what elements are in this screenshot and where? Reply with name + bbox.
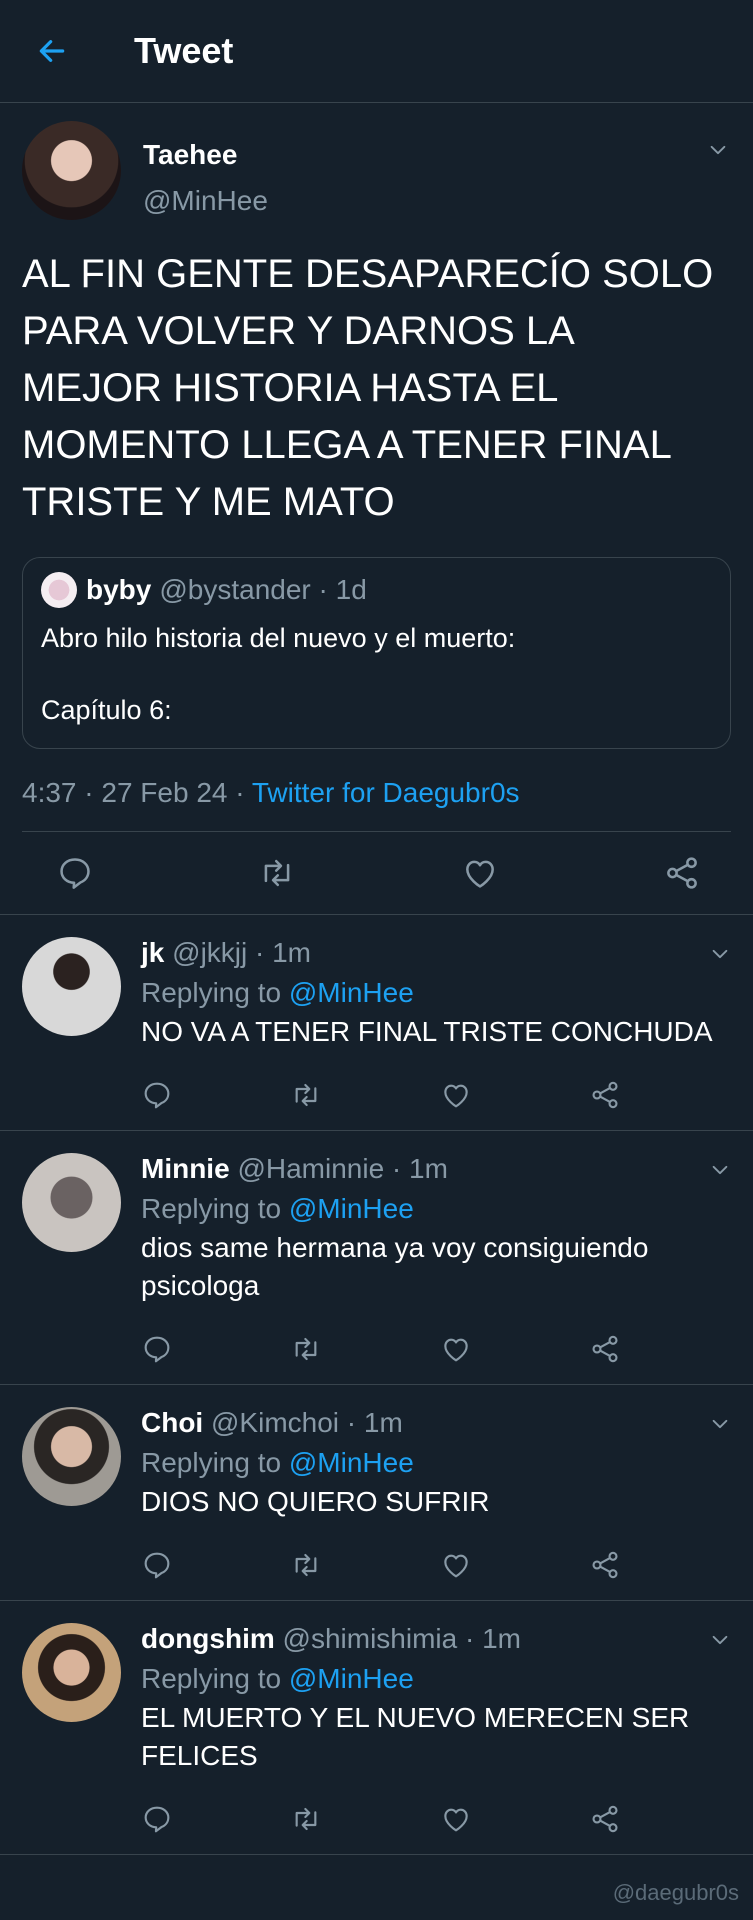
replying-label: Replying to bbox=[141, 1447, 289, 1478]
reply-author-name[interactable]: Choi bbox=[141, 1407, 203, 1438]
reply-text: DIOS NO QUIERO SUFRIR bbox=[141, 1486, 490, 1517]
replying-to-link[interactable]: @MinHee bbox=[289, 977, 414, 1008]
reply-text: EL MUERTO Y EL NUEVO MERECEN SER FELICES bbox=[141, 1702, 690, 1771]
replying-label: Replying to bbox=[141, 1193, 289, 1224]
reply-text: NO VA A TENER FINAL TRISTE CONCHUDA bbox=[141, 1016, 713, 1047]
quote-text: Abro hilo historia del nuevo y el muerto… bbox=[41, 623, 516, 725]
reply-actions bbox=[141, 1051, 621, 1133]
share-icon[interactable] bbox=[589, 1549, 621, 1581]
reply-author-name[interactable]: dongshim bbox=[141, 1623, 275, 1654]
reply-actions bbox=[141, 1775, 621, 1857]
quote-avatar bbox=[41, 572, 77, 608]
reply-tweet[interactable]: Minnie @Haminnie · 1m Replying to @MinHe… bbox=[0, 1131, 753, 1385]
tweet-timestamp: 4:37 · 27 Feb 24 · bbox=[22, 777, 252, 808]
like-icon[interactable] bbox=[440, 1333, 472, 1365]
top-bar: Tweet bbox=[0, 0, 753, 103]
avatar[interactable] bbox=[22, 121, 121, 220]
reply-actions bbox=[141, 1521, 621, 1603]
like-icon[interactable] bbox=[440, 1803, 472, 1835]
reply-text: dios same hermana ya voy consiguiendo ps… bbox=[141, 1232, 649, 1301]
share-icon[interactable] bbox=[589, 1079, 621, 1111]
reply-tweet[interactable]: Choi @Kimchoi · 1m Replying to @MinHee D… bbox=[0, 1385, 753, 1601]
page-title: Tweet bbox=[134, 30, 234, 71]
quoted-tweet[interactable]: byby @bystander · 1d Abro hilo historia … bbox=[22, 557, 731, 749]
reply-handle-time: @Haminnie · 1m bbox=[237, 1153, 448, 1184]
reply-author-name[interactable]: Minnie bbox=[141, 1153, 230, 1184]
author-handle[interactable]: @MinHee bbox=[143, 185, 268, 217]
tweet-text: AL FIN GENTE DESAPARECÍO SOLO PARA VOLVE… bbox=[22, 252, 714, 524]
reply-icon[interactable] bbox=[141, 1803, 173, 1835]
back-arrow-icon[interactable] bbox=[36, 35, 68, 67]
reply-tweet[interactable]: dongshim @shimishimia · 1m Replying to @… bbox=[0, 1601, 753, 1855]
reply-handle-time: @Kimchoi · 1m bbox=[211, 1407, 403, 1438]
retweet-icon[interactable] bbox=[290, 1079, 322, 1111]
author-name[interactable]: Taehee bbox=[143, 139, 268, 171]
reply-icon[interactable] bbox=[141, 1549, 173, 1581]
quote-handle-time: @bystander · 1d bbox=[159, 574, 367, 605]
reply-icon[interactable] bbox=[141, 1079, 173, 1111]
main-tweet: Taehee @MinHee AL FIN GENTE DESAPARECÍO … bbox=[0, 103, 753, 915]
retweet-icon[interactable] bbox=[290, 1333, 322, 1365]
chevron-down-icon[interactable] bbox=[709, 1629, 731, 1651]
tweet-actions bbox=[0, 832, 753, 915]
retweet-icon[interactable] bbox=[290, 1549, 322, 1581]
reply-handle-time: @jkkjj · 1m bbox=[172, 937, 312, 968]
replying-to-link[interactable]: @MinHee bbox=[289, 1193, 414, 1224]
replying-to-link[interactable]: @MinHee bbox=[289, 1663, 414, 1694]
chevron-down-icon[interactable] bbox=[709, 1413, 731, 1435]
avatar[interactable] bbox=[22, 1153, 121, 1252]
avatar[interactable] bbox=[22, 1623, 121, 1722]
share-icon[interactable] bbox=[589, 1803, 621, 1835]
retweet-icon[interactable] bbox=[290, 1803, 322, 1835]
tweet-author: Taehee @MinHee bbox=[22, 121, 731, 220]
chevron-down-icon[interactable] bbox=[709, 943, 731, 965]
reply-tweet[interactable]: jk @jkkjj · 1m Replying to @MinHee NO VA… bbox=[0, 915, 753, 1131]
quote-author-name: byby bbox=[86, 574, 152, 605]
chevron-down-icon[interactable] bbox=[709, 1159, 731, 1181]
reply-icon[interactable] bbox=[56, 854, 94, 892]
replying-label: Replying to bbox=[141, 1663, 289, 1694]
replying-label: Replying to bbox=[141, 977, 289, 1008]
tweet-source-link[interactable]: Twitter for Daegubr0s bbox=[252, 777, 520, 808]
reply-author-name[interactable]: jk bbox=[141, 937, 164, 968]
reply-icon[interactable] bbox=[141, 1333, 173, 1365]
watermark: @daegubr0s bbox=[612, 1880, 739, 1905]
tweet-meta: 4:37 · 27 Feb 24 · Twitter for Daegubr0s bbox=[22, 777, 731, 832]
share-icon[interactable] bbox=[589, 1333, 621, 1365]
reply-actions bbox=[141, 1305, 621, 1387]
share-icon[interactable] bbox=[663, 854, 701, 892]
avatar[interactable] bbox=[22, 937, 121, 1036]
reply-handle-time: @shimishimia · 1m bbox=[282, 1623, 521, 1654]
like-icon[interactable] bbox=[440, 1549, 472, 1581]
avatar[interactable] bbox=[22, 1407, 121, 1506]
retweet-icon[interactable] bbox=[258, 854, 296, 892]
replying-to-link[interactable]: @MinHee bbox=[289, 1447, 414, 1478]
like-icon[interactable] bbox=[440, 1079, 472, 1111]
chevron-down-icon[interactable] bbox=[707, 139, 729, 161]
like-icon[interactable] bbox=[461, 854, 499, 892]
